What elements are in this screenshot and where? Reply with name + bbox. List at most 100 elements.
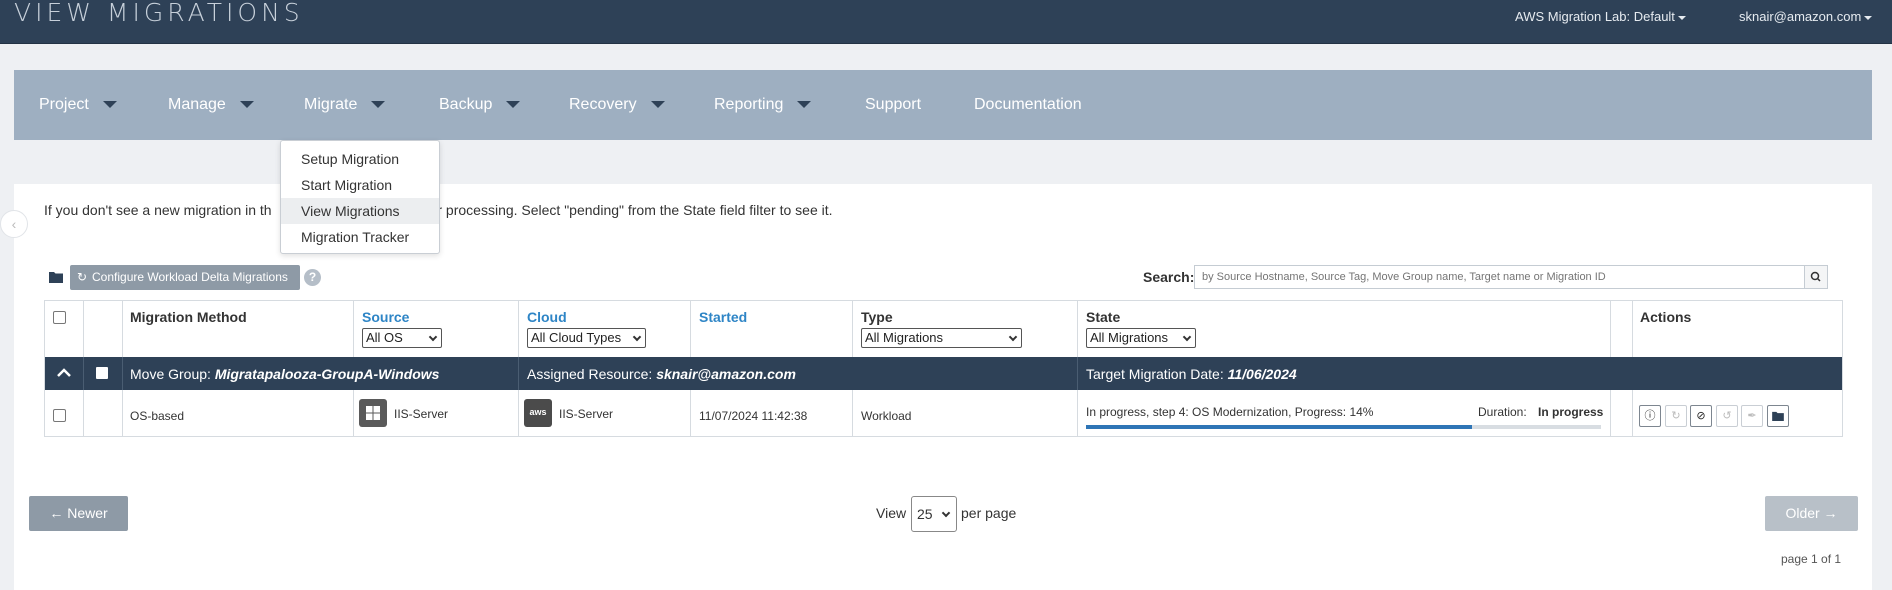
help-icon[interactable]: ? [304, 269, 321, 286]
user-menu[interactable]: sknair@amazon.com [1739, 9, 1873, 24]
select-all-checkbox[interactable] [53, 311, 66, 324]
nav-recovery[interactable]: Recovery [569, 96, 665, 114]
cell-method: OS-based [130, 409, 185, 423]
target-date-value: 11/06/2024 [1227, 366, 1297, 382]
target-date-text: Target Migration Date: 11/06/2024 [1086, 366, 1297, 382]
nav-backup[interactable]: Backup [439, 96, 521, 114]
per-page-value: 25 [917, 506, 933, 522]
undo-icon: ↺ [1722, 410, 1732, 422]
nav-reporting[interactable]: Reporting [714, 96, 812, 114]
cell-source: IIS-Server [394, 407, 449, 421]
lab-selector[interactable]: AWS Migration Lab: Default [1515, 9, 1686, 24]
group-checkbox[interactable] [96, 367, 108, 379]
search-button[interactable] [1804, 265, 1828, 289]
assigned-resource-text: Assigned Resource: sknair@amazon.com [527, 366, 796, 382]
chevron-down-icon [506, 101, 521, 109]
refresh-icon: ↻ [77, 270, 88, 284]
assigned-resource-label: Assigned Resource: [527, 366, 653, 382]
nav-documentation-label: Documentation [974, 96, 1082, 113]
collapse-sidebar-button[interactable]: ‹ [0, 210, 28, 238]
windows-icon [359, 399, 387, 427]
main-nav: Project Manage Migrate Backup Recovery R… [14, 70, 1872, 140]
move-group-row: Move Group: Migratapalooza-GroupA-Window… [45, 357, 1842, 390]
sync-button[interactable]: ↻ [1665, 405, 1687, 427]
menu-item-view-migrations[interactable]: View Migrations [281, 198, 439, 224]
nav-migrate[interactable]: Migrate [304, 96, 386, 114]
nav-migrate-label: Migrate [304, 96, 358, 113]
chevron-down-icon [941, 508, 951, 518]
refresh-icon: ↻ [1671, 410, 1681, 422]
header-type: Type [861, 309, 893, 325]
duration-value: In progress [1538, 405, 1604, 419]
info-icon: ⓘ [1644, 410, 1656, 422]
folder-icon [1772, 411, 1784, 421]
source-filter-select[interactable]: All OS [362, 328, 442, 348]
chevron-down-icon [102, 101, 117, 109]
nav-backup-label: Backup [439, 96, 493, 113]
state-filter-value: All Migrations [1090, 330, 1169, 345]
nav-manage-label: Manage [168, 96, 226, 113]
source-filter-value: All OS [366, 330, 403, 345]
chevron-down-icon [1677, 15, 1686, 20]
info-button[interactable]: ⓘ [1639, 405, 1661, 427]
move-group-label: Move Group: [130, 366, 211, 382]
progress-bar [1086, 425, 1601, 429]
state-filter-select[interactable]: All Migrations [1086, 328, 1196, 348]
header-source[interactable]: Source [362, 309, 409, 325]
aws-logo-icon: aws [524, 399, 552, 427]
chevron-down-icon [1864, 15, 1873, 20]
chevron-up-icon[interactable] [57, 368, 71, 378]
nav-recovery-label: Recovery [569, 96, 637, 113]
menu-item-migration-tracker[interactable]: Migration Tracker [281, 224, 439, 250]
cell-type: Workload [861, 409, 912, 423]
eraser-button[interactable]: ✒ [1741, 405, 1763, 427]
type-filter-value: All Migrations [865, 330, 944, 345]
older-button[interactable]: Older → [1765, 496, 1858, 531]
notice-text-left: If you don't see a new migration in th [44, 202, 272, 218]
folder-icon[interactable] [49, 270, 63, 283]
header-migration-method: Migration Method [130, 309, 247, 325]
page-title: VIEW MIGRATIONS [14, 0, 304, 27]
duration-label: Duration: [1478, 405, 1527, 419]
move-group-value: Migratapalooza-GroupA-Windows [214, 366, 440, 382]
cell-started: 11/07/2024 11:42:38 [699, 409, 808, 423]
lab-selector-label: AWS Migration Lab: Default [1515, 9, 1675, 24]
row-checkbox[interactable] [53, 409, 66, 422]
configure-delta-migrations-button[interactable]: ↻ Configure Workload Delta Migrations [70, 265, 300, 290]
header-cloud[interactable]: Cloud [527, 309, 567, 325]
per-page-select[interactable]: 25 [911, 496, 957, 532]
menu-item-setup-migration[interactable]: Setup Migration [281, 146, 439, 172]
cloud-filter-select[interactable]: All Cloud Types [527, 328, 646, 348]
nav-documentation[interactable]: Documentation [974, 96, 1082, 114]
header-state: State [1086, 309, 1121, 325]
header-started[interactable]: Started [699, 309, 747, 325]
page-info: page 1 of 1 [1781, 552, 1842, 566]
nav-project[interactable]: Project [39, 96, 117, 114]
per-page-label: per page [961, 505, 1017, 521]
assigned-resource-value: sknair@amazon.com [656, 366, 796, 382]
search-icon [1810, 271, 1821, 282]
nav-support[interactable]: Support [865, 96, 921, 114]
newer-button[interactable]: ← Newer [29, 496, 128, 531]
undo-button[interactable]: ↺ [1716, 405, 1738, 427]
type-filter-select[interactable]: All Migrations [861, 328, 1022, 348]
ban-icon: ⊘ [1696, 410, 1706, 422]
nav-support-label: Support [865, 96, 922, 113]
target-date-label: Target Migration Date: [1086, 366, 1224, 382]
cloud-filter-value: All Cloud Types [531, 330, 622, 345]
move-group-text: Move Group: Migratapalooza-GroupA-Window… [130, 366, 439, 382]
nav-project-label: Project [39, 96, 89, 113]
chevron-down-icon [632, 332, 642, 342]
folder-button[interactable] [1767, 405, 1789, 427]
chevron-down-icon [428, 332, 438, 342]
progress-bar-fill [1086, 425, 1473, 429]
user-menu-label: sknair@amazon.com [1739, 9, 1862, 24]
menu-item-start-migration[interactable]: Start Migration [281, 172, 439, 198]
search-input[interactable] [1194, 265, 1805, 289]
chevron-down-icon [1182, 332, 1192, 342]
eraser-icon: ✒ [1747, 410, 1757, 422]
nav-manage[interactable]: Manage [168, 96, 254, 114]
chevron-down-icon [650, 101, 665, 109]
migrate-dropdown-menu: Setup Migration Start Migration View Mig… [280, 140, 440, 254]
cancel-button[interactable]: ⊘ [1690, 405, 1712, 427]
